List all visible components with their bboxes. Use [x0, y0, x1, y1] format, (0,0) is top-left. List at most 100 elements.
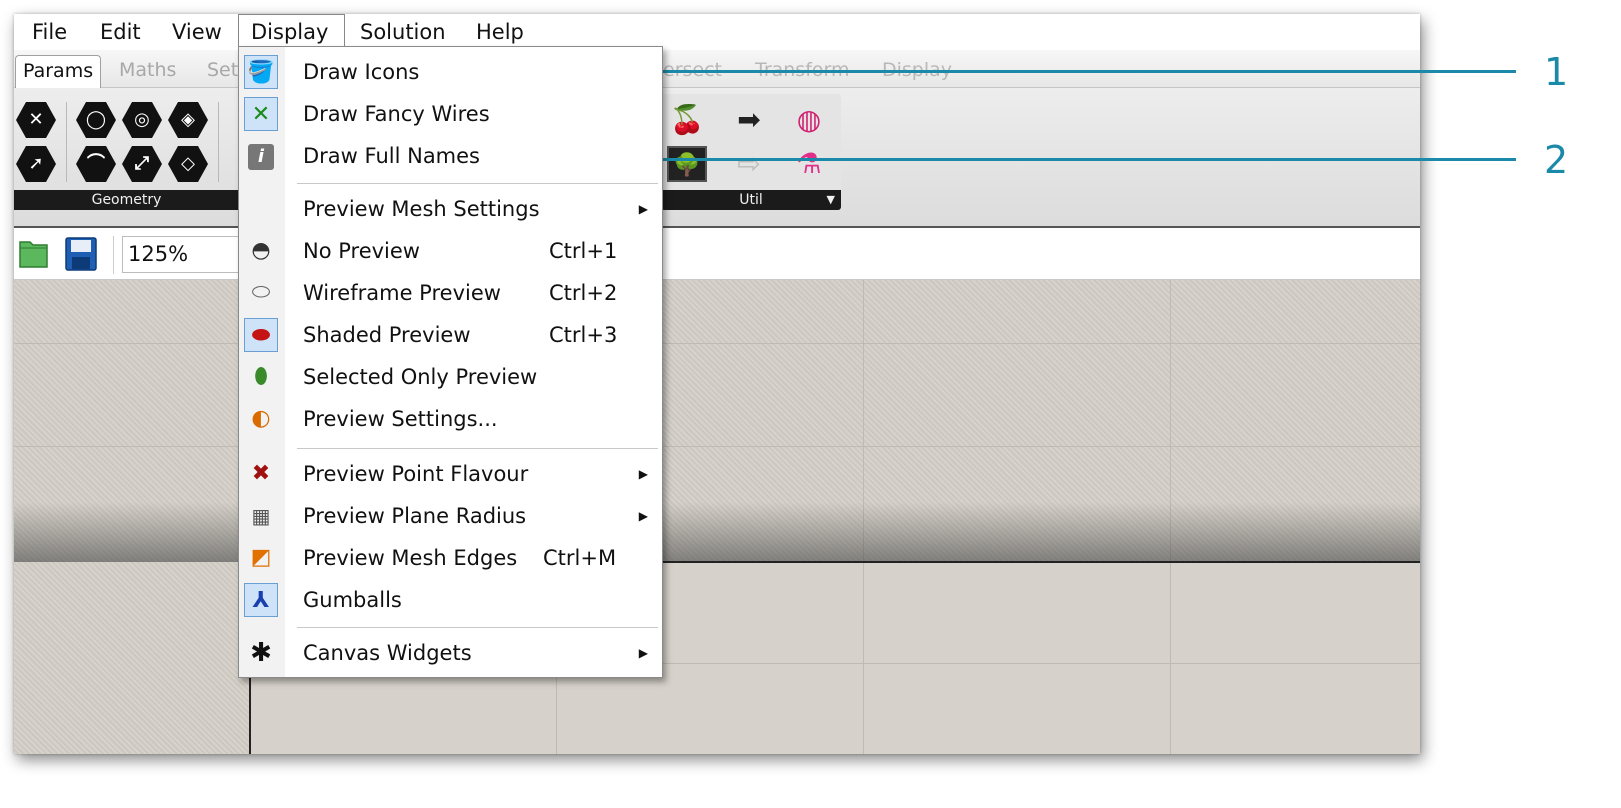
menu-item-label: Selected Only Preview	[303, 365, 538, 389]
menu-separator	[297, 448, 658, 449]
grid-line	[1170, 563, 1171, 754]
grid-line	[14, 343, 1420, 344]
open-file-icon[interactable]	[18, 236, 50, 270]
menu-display[interactable]: Display	[238, 14, 345, 50]
menu-item-no-preview[interactable]: ◓ No Preview Ctrl+1	[239, 230, 662, 272]
curve-hex-icon[interactable]: ⌒	[76, 146, 116, 182]
menu-item-preview-point-flavour[interactable]: ✖ Preview Point Flavour ▶	[239, 453, 662, 495]
menu-item-gumballs[interactable]: ⅄ Gumballs	[239, 579, 662, 621]
submenu-arrow-icon: ▶	[638, 509, 648, 523]
menu-item-label: Shaded Preview	[303, 323, 471, 347]
paint-bucket-icon: 🪣	[244, 55, 278, 89]
toolbar-separator	[113, 236, 114, 274]
menu-edit[interactable]: Edit	[88, 14, 153, 50]
gumball-icon: ⅄	[244, 583, 278, 617]
arrow-right-light-icon[interactable]: ⇨	[729, 146, 769, 182]
zoom-input[interactable]: 125%	[122, 236, 246, 273]
ribbon-separator	[66, 102, 67, 182]
grid-line	[14, 446, 1420, 447]
menu-item-shortcut: Ctrl+1	[549, 239, 618, 263]
flask-icon[interactable]: ⚗	[789, 146, 829, 182]
circle-hex-icon[interactable]: ◯	[76, 102, 116, 138]
submenu-arrow-icon: ▶	[638, 646, 648, 660]
menu-separator	[297, 183, 658, 184]
tree-icon[interactable]: 🌳	[667, 146, 707, 182]
callout-number: 1	[1544, 50, 1569, 94]
close-hex-icon[interactable]: ✕	[16, 102, 56, 138]
no-preview-icon: ◓	[251, 238, 271, 263]
plane-hex-icon[interactable]: ◇	[168, 146, 208, 182]
point-flavour-icon: ✖	[251, 461, 271, 486]
menu-item-wireframe-preview[interactable]: ⬭ Wireframe Preview Ctrl+2	[239, 272, 662, 314]
menu-view[interactable]: View	[160, 14, 234, 50]
canvas[interactable]	[14, 280, 1420, 754]
brep-hex-icon[interactable]: ◈	[168, 102, 208, 138]
submenu-arrow-icon: ▶	[638, 202, 648, 216]
menu-item-label: No Preview	[303, 239, 420, 263]
menu-item-label: Draw Fancy Wires	[303, 102, 490, 126]
menu-item-shaded-preview[interactable]: ⬬ Shaded Preview Ctrl+3	[239, 314, 662, 356]
wireframe-icon: ⬭	[251, 280, 271, 305]
canvas-toolbar: 125%	[14, 228, 1420, 280]
shaded-icon: ⬬	[244, 318, 278, 352]
component-tab-bar: Params Maths Set ersect Transform Displa…	[14, 50, 1420, 88]
ribbon-separator	[218, 102, 219, 182]
cherry-icon[interactable]: 🍒	[667, 102, 707, 138]
menu-item-preview-plane-radius[interactable]: ▦ Preview Plane Radius ▶	[239, 495, 662, 537]
menu-item-draw-full-names[interactable]: i Draw Full Names	[239, 135, 662, 177]
selected-only-icon: ⬮	[254, 364, 268, 389]
menu-item-selected-only-preview[interactable]: ⬮ Selected Only Preview	[239, 356, 662, 398]
menu-item-label: Gumballs	[303, 588, 402, 612]
arrow-right-dark-icon[interactable]: ➡	[729, 102, 769, 138]
preview-settings-icon: ◐	[251, 406, 271, 431]
submenu-arrow-icon: ▶	[638, 467, 648, 481]
sphere-icon[interactable]: ◍	[789, 102, 829, 138]
fancy-wires-icon: ✕	[244, 97, 278, 131]
menu-item-canvas-widgets[interactable]: ✱ Canvas Widgets ▶	[239, 632, 662, 674]
callout-number: 2	[1544, 138, 1569, 182]
display-dropdown-menu: 🪣 Draw Icons ✕ Draw Fancy Wires i Draw F…	[238, 46, 663, 678]
menu-separator	[297, 627, 658, 628]
grid-line	[863, 563, 864, 754]
menu-item-shortcut: Ctrl+2	[549, 281, 618, 305]
vector-hex-icon[interactable]: ➚	[16, 146, 56, 182]
menu-solution[interactable]: Solution	[348, 14, 458, 50]
plane-radius-icon: ▦	[251, 504, 271, 528]
tab-maths[interactable]: Maths	[112, 55, 183, 88]
ribbon-group-label-text: Util	[739, 192, 763, 208]
grasshopper-window: File Edit View Display Solution Help Par…	[14, 14, 1420, 754]
menu-item-preview-mesh-settings[interactable]: Preview Mesh Settings ▶	[239, 188, 662, 230]
menu-bar: File Edit View Display Solution Help	[14, 14, 1420, 50]
canvas-widgets-icon: ✱	[250, 638, 272, 668]
mesh-edges-icon: ◩	[250, 545, 272, 570]
surface-hex-icon[interactable]: ◎	[122, 102, 162, 138]
ribbon-group-util: 🍒 🌳 ➡ ⇨ ◍ ⚗ Util ▼	[661, 94, 841, 210]
callout-line	[513, 158, 1516, 161]
menu-item-label: Preview Mesh Settings	[303, 197, 540, 221]
canvas-shadow	[14, 502, 1420, 562]
save-file-icon[interactable]	[64, 236, 98, 272]
menu-file[interactable]: File	[20, 14, 79, 50]
menu-item-shortcut: Ctrl+3	[549, 323, 618, 347]
menu-item-draw-fancy-wires[interactable]: ✕ Draw Fancy Wires	[239, 93, 662, 135]
menu-item-label: Preview Point Flavour	[303, 462, 529, 486]
menu-item-preview-settings[interactable]: ◐ Preview Settings...	[239, 398, 662, 440]
menu-item-label: Wireframe Preview	[303, 281, 501, 305]
menu-item-draw-icons[interactable]: 🪣 Draw Icons	[239, 51, 662, 93]
menu-item-label: Draw Full Names	[303, 144, 481, 168]
ribbon-group-label: Geometry	[14, 190, 239, 210]
menu-item-label: Draw Icons	[303, 60, 420, 84]
menu-item-label: Preview Settings...	[303, 407, 498, 431]
tab-params[interactable]: Params	[15, 55, 102, 88]
line-hex-icon[interactable]: ⤢	[122, 146, 162, 182]
menu-item-label: Canvas Widgets	[303, 641, 472, 665]
menu-item-label: Preview Plane Radius	[303, 504, 527, 528]
menu-item-shortcut: Ctrl+M	[543, 546, 617, 570]
menu-help[interactable]: Help	[464, 14, 536, 50]
expand-icon[interactable]: ▼	[827, 190, 835, 210]
ribbon-group-label: Util ▼	[661, 190, 841, 210]
ribbon-group-geometry: ✕ ➚ ◯ ⌒ ◎ ⤢ ◈ ◇ Geometry	[14, 94, 239, 210]
menu-item-label: Preview Mesh Edges	[303, 546, 518, 570]
info-icon: i	[244, 139, 278, 173]
menu-item-preview-mesh-edges[interactable]: ◩ Preview Mesh Edges Ctrl+M	[239, 537, 662, 579]
